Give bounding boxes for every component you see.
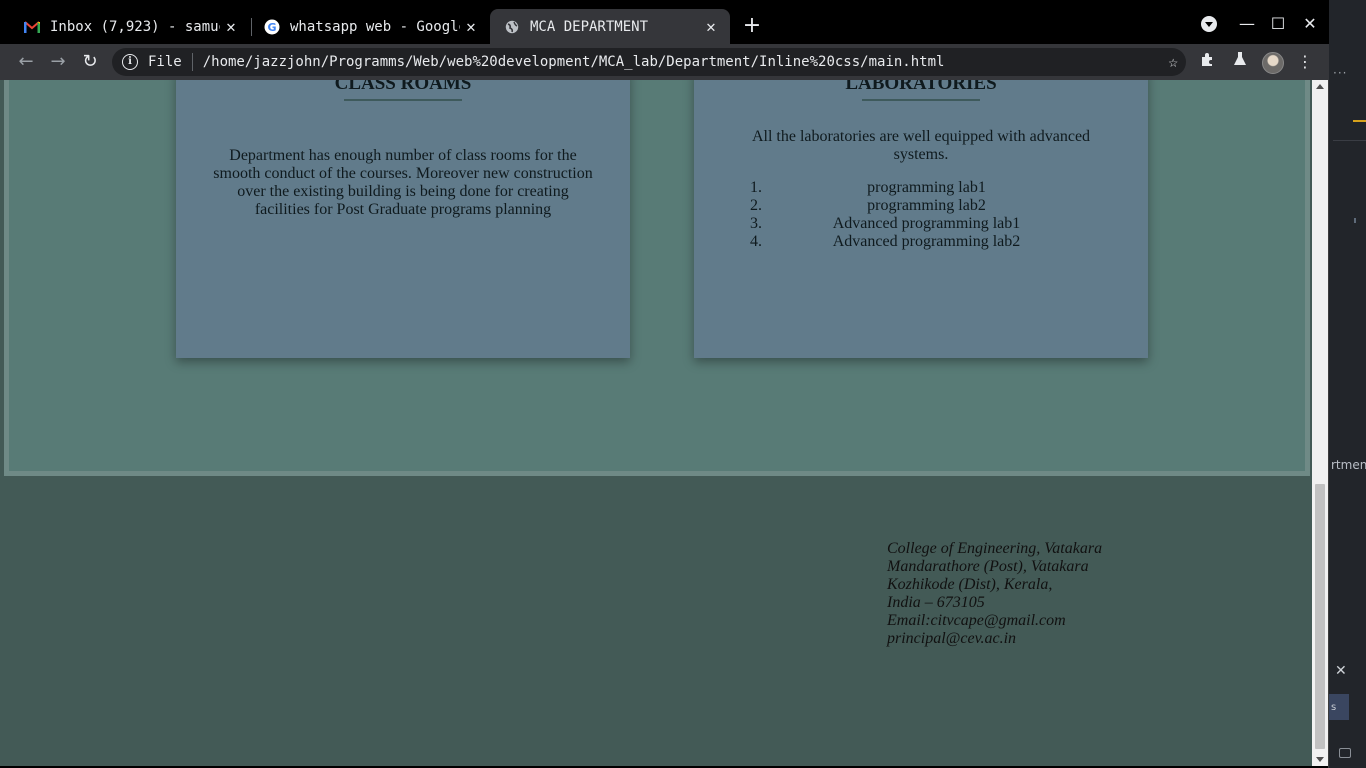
chat-icon[interactable]: [1339, 748, 1351, 758]
lab-list: 1. programming lab1 2. programming lab2 3.…: [694, 179, 1148, 251]
globe-icon: [504, 19, 520, 35]
new-tab-icon[interactable]: +: [740, 14, 764, 38]
scroll-up-icon[interactable]: [1316, 84, 1324, 89]
editor-marker: [1354, 218, 1356, 223]
page-viewport: CLASS ROAMS Department has enough number…: [0, 80, 1312, 766]
heading-underline: [862, 99, 980, 101]
editor-divider: [1333, 140, 1366, 141]
email-line: Email:citvcape@gmail.com: [887, 612, 1066, 629]
tab-title: whatsapp web - Google: [290, 18, 460, 35]
list-number: 1.: [750, 179, 762, 196]
close-icon[interactable]: ✕: [1335, 663, 1347, 679]
address-line: Mandarathore (Post), Vatakara: [887, 558, 1089, 575]
editor-peek-text: rtmen: [1331, 458, 1366, 472]
browser-toolbar: ← → ↻ i File /home/jazzjohn/Programms/We…: [0, 44, 1329, 80]
lab-name: programming lab1: [867, 179, 986, 196]
address-line: India – 673105: [887, 594, 985, 611]
heading-underline: [344, 99, 462, 101]
browser-window: Inbox (7,923) - samuel ✕ G whatsapp web …: [0, 0, 1329, 768]
editor-button[interactable]: s: [1329, 694, 1349, 720]
scroll-down-icon[interactable]: [1316, 757, 1324, 762]
svg-text:G: G: [267, 21, 276, 34]
google-icon: G: [264, 19, 280, 35]
tab-title: MCA DEPARTMENT: [530, 18, 649, 35]
list-number: 2.: [750, 197, 762, 214]
gmail-icon: [24, 19, 40, 35]
list-item: 4. Advanced programming lab2: [750, 233, 1069, 251]
laboratories-heading: LABORATORIES: [845, 80, 997, 94]
labs-flask-icon[interactable]: [1228, 50, 1252, 74]
tab-whatsapp-search[interactable]: G whatsapp web - Google ✕: [250, 9, 490, 44]
tab-mca-department[interactable]: MCA DEPARTMENT ✕: [490, 9, 730, 44]
close-tab-icon[interactable]: ✕: [222, 17, 240, 36]
back-icon[interactable]: ←: [14, 50, 38, 74]
browser-menu-icon[interactable]: ⋮: [1293, 50, 1317, 74]
laboratories-card: LABORATORIES All the laboratories are we…: [694, 80, 1148, 358]
class-rooms-heading: CLASS ROAMS: [334, 80, 472, 94]
facilities-section: CLASS ROAMS Department has enough number…: [4, 80, 1310, 476]
address-bar[interactable]: i File /home/jazzjohn/Programms/Web/web%…: [112, 48, 1186, 76]
url-text[interactable]: /home/jazzjohn/Programms/Web/web%20devel…: [203, 54, 945, 70]
more-icon[interactable]: ···: [1333, 66, 1347, 80]
laboratories-intro: All the laboratories are well equipped w…: [751, 128, 1091, 163]
tab-title: Inbox (7,923) - samuel: [50, 18, 220, 35]
profile-avatar[interactable]: [1262, 52, 1284, 74]
address-separator: [191, 53, 193, 71]
bookmark-star-icon[interactable]: ☆: [1168, 52, 1178, 71]
tab-search-icon[interactable]: [1197, 12, 1221, 36]
tab-bar: Inbox (7,923) - samuel ✕ G whatsapp web …: [0, 0, 1329, 44]
list-number: 4.: [750, 233, 762, 250]
maximize-icon[interactable]: ☐: [1266, 12, 1290, 36]
forward-icon[interactable]: →: [46, 50, 70, 74]
address-line: College of Engineering, Vatakara: [887, 540, 1103, 557]
minimize-icon[interactable]: —: [1235, 12, 1259, 36]
extensions-icon[interactable]: [1196, 50, 1220, 74]
list-item: 1. programming lab1: [750, 179, 1069, 197]
lab-name: programming lab2: [867, 197, 986, 214]
vertical-scrollbar[interactable]: [1312, 80, 1328, 766]
scroll-thumb[interactable]: [1315, 484, 1325, 749]
close-tab-icon[interactable]: ✕: [702, 17, 720, 36]
footer-address: College of Engineering, Vatakara Mandara…: [887, 540, 1102, 648]
lab-name: Advanced programming lab2: [832, 233, 1021, 250]
list-item: 2. programming lab2: [750, 197, 1069, 215]
site-info-icon[interactable]: i: [122, 54, 138, 70]
address-line: Kozhikode (Dist), Kerala,: [887, 576, 1053, 593]
list-item: 3. Advanced programming lab1: [750, 215, 1069, 233]
close-tab-icon[interactable]: ✕: [462, 17, 480, 36]
class-rooms-text: Department has enough number of class ro…: [213, 147, 593, 218]
list-number: 3.: [750, 215, 762, 232]
scheme-label: File: [148, 54, 182, 70]
reload-icon[interactable]: ↻: [78, 50, 102, 74]
class-rooms-card: CLASS ROAMS Department has enough number…: [176, 80, 630, 358]
tab-inbox[interactable]: Inbox (7,923) - samuel ✕: [10, 9, 250, 44]
editor-accent-line: [1353, 120, 1366, 122]
window-close-icon[interactable]: ✕: [1298, 12, 1322, 36]
lab-name: Advanced programming lab1: [832, 215, 1021, 232]
email-line: principal@cev.ac.in: [887, 630, 1017, 647]
background-editor-window: ··· rtmen ✕ s: [1329, 0, 1366, 768]
